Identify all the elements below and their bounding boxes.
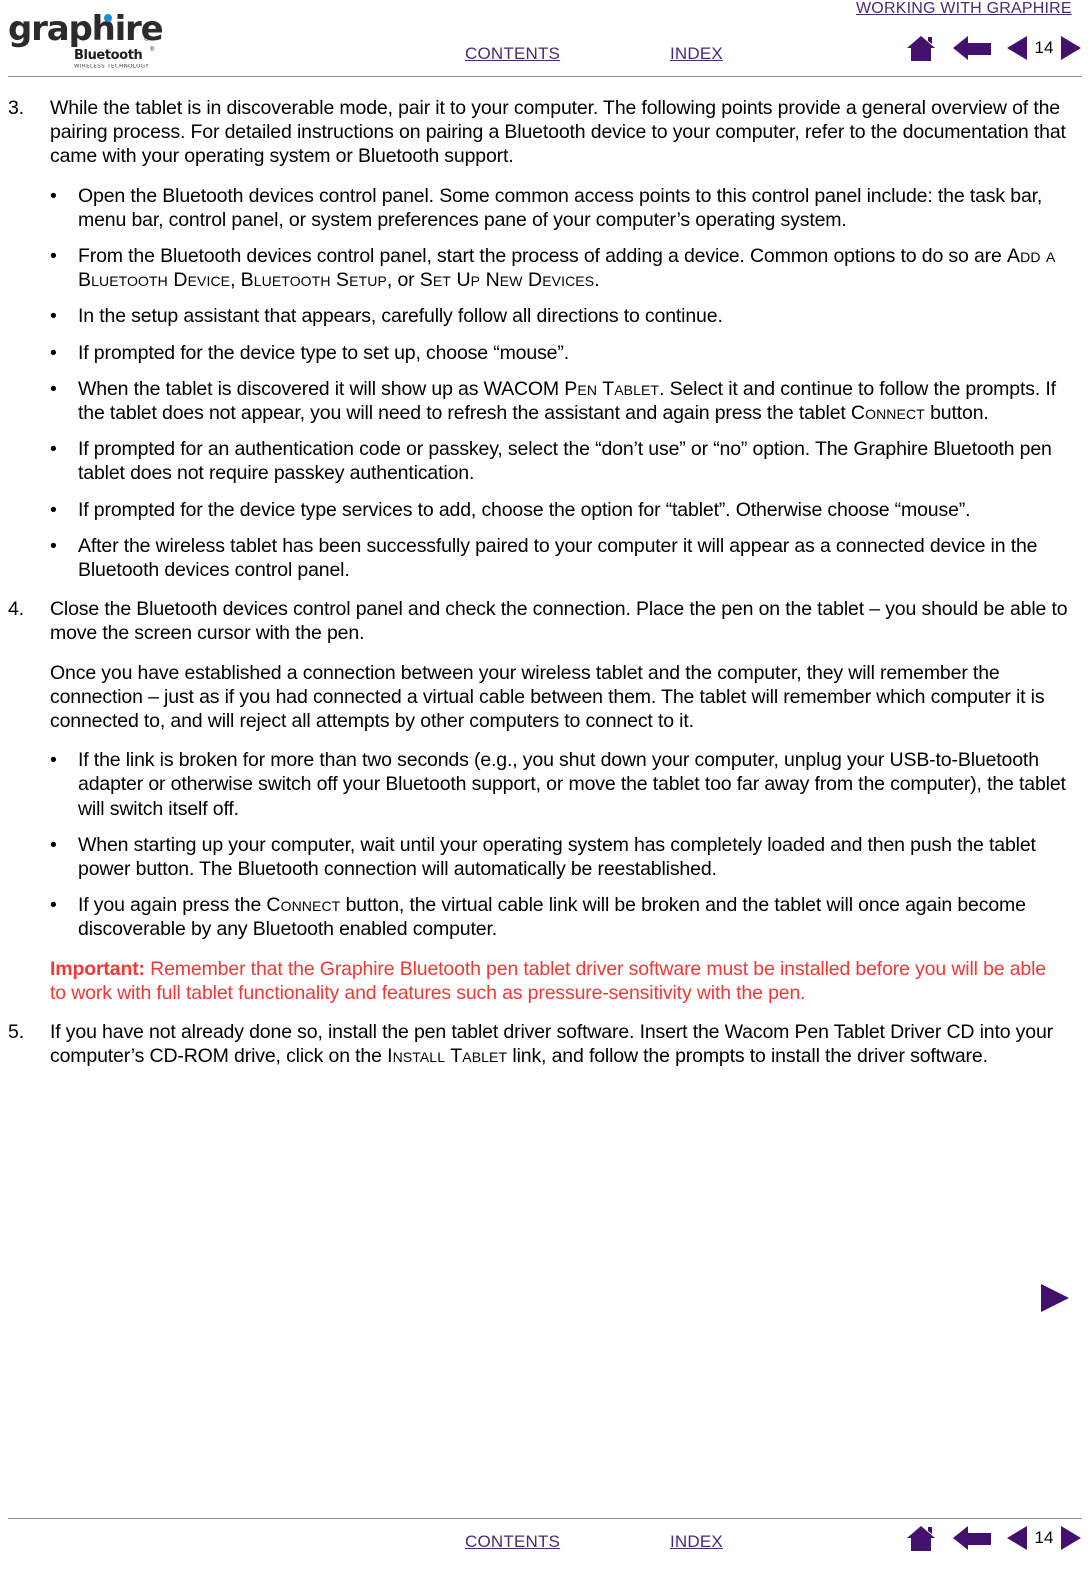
text-run: When the tablet is discovered it will sh…: [78, 377, 565, 400]
list-item-text: Open the Bluetooth devices control panel…: [78, 185, 1042, 231]
page-header: graphire ® Bluetooth ® WIRELESS TECHNOLO…: [0, 0, 1090, 80]
header-divider: [8, 76, 1082, 77]
header-index-link[interactable]: INDEX: [670, 44, 723, 64]
list-item: • If prompted for the device type service…: [0, 498, 1090, 522]
logo-bluetooth-text: Bluetooth: [74, 48, 143, 63]
text-run: From the Bluetooth devices control panel…: [78, 245, 1007, 268]
step-text: While the tablet is in discoverable mode…: [50, 97, 1066, 168]
bullet-glyph-icon: •: [50, 184, 57, 207]
list-item: • If the link is broken for more than two…: [0, 748, 1090, 821]
text-run: button.: [924, 402, 989, 425]
list-item-text: In the setup assistant that appears, car…: [78, 305, 723, 327]
bullet-glyph-icon: •: [50, 438, 57, 461]
step-number: 3.: [8, 97, 24, 119]
logo-bluetooth-registered-mark: ®: [150, 47, 155, 53]
bullet-glyph-icon: •: [50, 749, 57, 772]
step-3-bullet-list: • Open the Bluetooth devices control pane…: [0, 184, 1090, 583]
previous-page-icon[interactable]: [1005, 33, 1029, 63]
ui-term: Bluetooth Setup: [240, 269, 387, 292]
back-arrow-icon[interactable]: [951, 1523, 993, 1553]
bullet-glyph-icon: •: [50, 534, 57, 557]
text-run: After the wireless tablet has been succe…: [78, 534, 1038, 582]
text-run: .: [594, 269, 600, 292]
numbered-step-5: 5. If you have not already done so, inst…: [0, 1020, 1090, 1068]
list-item: • Open the Bluetooth devices control pane…: [0, 184, 1090, 232]
list-item: • In the setup assistant that appears, ca…: [0, 304, 1090, 328]
footer-index-link[interactable]: INDEX: [670, 1532, 723, 1552]
graphire-bluetooth-logo: graphire ® Bluetooth ® WIRELESS TECHNOLO…: [8, 8, 164, 70]
text-run: If prompted for the device type to set u…: [78, 341, 569, 364]
list-item-text: If the link is broken for more than two …: [78, 749, 1066, 819]
text-run: If the link is broken for more than two …: [78, 749, 1066, 820]
next-page-icon[interactable]: [1059, 1523, 1083, 1553]
header-navigation-icons: 14: [905, 33, 1083, 63]
text-run: If you again press the: [78, 894, 267, 917]
ui-term: Install Tablet: [387, 1045, 508, 1068]
footer-page-number: 14: [1034, 1528, 1054, 1547]
ui-term: Set Up New Devices: [419, 269, 595, 292]
text-run: link, and follow the prompts to install …: [507, 1045, 988, 1068]
back-arrow-icon[interactable]: [951, 33, 993, 63]
step-4-paragraph: Once you have established a connection b…: [50, 661, 1045, 733]
text-run: Open the Bluetooth devices control panel…: [78, 184, 1043, 231]
step-4-bullet-list: • If the link is broken for more than two…: [0, 748, 1090, 941]
text-run: In the setup assistant that appears, car…: [78, 305, 723, 328]
footer-navigation-icons: 14: [905, 1523, 1083, 1553]
list-item-text: If prompted for the device type to set u…: [78, 342, 569, 364]
header-section-title-link[interactable]: WORKING WITH GRAPHIRE: [856, 0, 1072, 18]
page-content: 3. While the tablet is in discoverable m…: [0, 96, 1090, 1312]
footer-divider: [8, 1518, 1082, 1519]
list-item-text: From the Bluetooth devices control panel…: [78, 245, 1055, 291]
list-item: • When starting up your computer, wait un…: [0, 833, 1090, 881]
list-item-text: If you again press the Connect button, t…: [78, 894, 1026, 940]
list-item-text: When the tablet is discovered it will sh…: [78, 378, 1056, 424]
bullet-glyph-icon: •: [50, 833, 57, 856]
list-item: • If prompted for the device type to set …: [0, 341, 1090, 365]
bullet-glyph-icon: •: [50, 894, 57, 917]
logo-wordmark: graphire: [8, 9, 164, 49]
list-item-text: After the wireless tablet has been succe…: [78, 534, 1038, 582]
list-item: • From the Bluetooth devices control pane…: [0, 244, 1090, 292]
numbered-step-4: 4. Close the Bluetooth devices control p…: [0, 597, 1090, 645]
bullet-glyph-icon: •: [50, 341, 57, 364]
home-icon[interactable]: [905, 33, 939, 63]
important-label: Important:: [50, 957, 145, 980]
important-note: Important: Remember that the Graphire Bl…: [0, 957, 1090, 1005]
bullet-glyph-icon: •: [50, 498, 57, 521]
ui-term: Connect: [850, 402, 925, 425]
step-number: 4.: [8, 598, 24, 621]
numbered-step-3: 3. While the tablet is in discoverable m…: [0, 96, 1090, 169]
next-page-icon[interactable]: [1059, 33, 1083, 63]
header-page-number: 14: [1034, 38, 1054, 57]
text-run: When starting up your computer, wait unt…: [78, 833, 1036, 881]
logo-registered-mark: ®: [144, 36, 150, 43]
ui-term: Connect: [266, 894, 341, 917]
bullet-glyph-icon: •: [50, 377, 57, 400]
text-run: , or: [386, 269, 420, 292]
previous-page-icon[interactable]: [1005, 1523, 1029, 1553]
ui-term: Pen Tablet: [564, 377, 660, 400]
text-run: ,: [230, 269, 241, 292]
bullet-glyph-icon: •: [50, 245, 57, 268]
header-contents-link[interactable]: CONTENTS: [465, 44, 560, 64]
logo-tagline: WIRELESS TECHNOLOGY: [74, 64, 150, 70]
list-item-text: If prompted for an authentication code o…: [78, 438, 1052, 484]
footer-contents-link[interactable]: CONTENTS: [465, 1532, 560, 1552]
step-number: 5.: [8, 1021, 24, 1044]
list-item: • After the wireless tablet has been succ…: [0, 534, 1090, 582]
step-text: Close the Bluetooth devices control pane…: [50, 598, 1068, 645]
home-icon[interactable]: [905, 1523, 939, 1553]
bullet-glyph-icon: •: [50, 305, 57, 328]
logo-blue-dot-icon: [104, 14, 112, 22]
list-item: • If you again press the Connect button, …: [0, 893, 1090, 941]
list-item: • If prompted for an authentication code …: [0, 437, 1090, 485]
list-item: • When the tablet is discovered it will s…: [0, 377, 1090, 425]
list-item-text: If prompted for the device type services…: [78, 498, 971, 521]
text-run: If prompted for the device type services…: [78, 498, 971, 521]
important-text: Remember that the Graphire Bluetooth pen…: [50, 957, 1047, 1004]
content-next-page-icon[interactable]: [1036, 1281, 1072, 1315]
step-text: If you have not already done so, install…: [50, 1021, 1053, 1067]
list-item-text: When starting up your computer, wait unt…: [78, 834, 1036, 880]
text-run: If prompted for an authentication code o…: [78, 438, 1052, 485]
